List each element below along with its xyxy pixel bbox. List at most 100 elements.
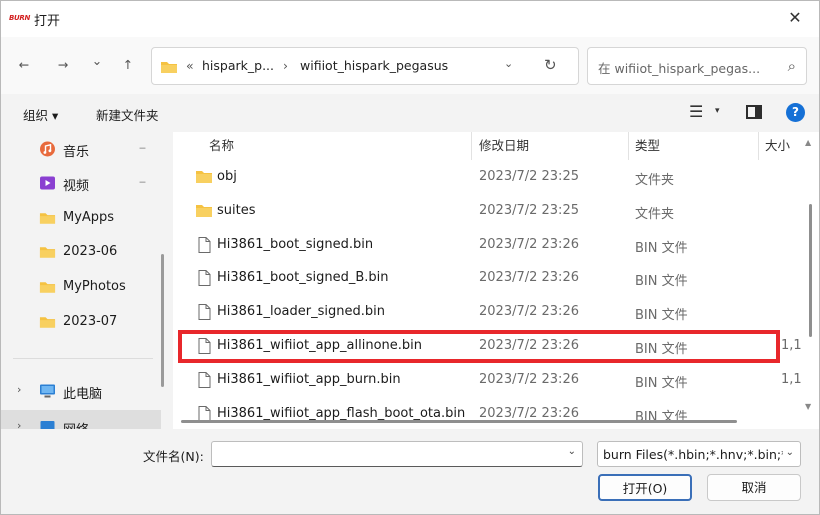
column-header-date[interactable]: 修改日期 [479, 132, 529, 160]
chevron-down-icon[interactable]: ⌄ [786, 447, 794, 458]
recent-locations-button[interactable]: ⌄ [84, 49, 110, 73]
music-icon [40, 141, 55, 157]
file-icon [198, 304, 211, 321]
computer-icon [40, 384, 55, 398]
file-name: Hi3861_wifiiot_app_burn.bin [217, 371, 401, 387]
file-type: 文件夹 [635, 173, 675, 188]
file-name: Hi3861_wifiiot_app_flash_boot_ota.bin [217, 405, 466, 421]
file-size: 1,1 [781, 338, 802, 353]
column-header-name[interactable]: 名称 [209, 132, 234, 160]
sidebar-item-label: MyPhotos [63, 279, 126, 294]
command-bar: 组织 ▾ 新建文件夹 ☰ ▾ ? [1, 94, 819, 132]
preview-pane-icon[interactable] [746, 105, 762, 119]
network-icon [40, 421, 55, 429]
navigation-bar: ← → ⌄ ↑ « hispark_p... › wifiiot_hispark… [1, 37, 819, 94]
app-logo-icon: BURN [9, 14, 31, 22]
column-divider[interactable] [471, 132, 472, 160]
search-input[interactable]: 在 wifiiot_hispark_pegas... ⌕ [587, 47, 807, 85]
chevron-down-icon[interactable]: ⌄ [568, 446, 576, 457]
sidebar-item-2023-07[interactable]: 2023-07 [1, 305, 161, 339]
sidebar-scrollbar[interactable] [161, 254, 164, 387]
address-bar[interactable]: « hispark_p... › wifiiot_hispark_pegasus… [151, 47, 579, 85]
file-name: Hi3861_loader_signed.bin [217, 304, 385, 320]
sidebar-item-myapps[interactable]: MyApps [1, 201, 161, 235]
breadcrumb-separator[interactable]: › [283, 58, 288, 73]
file-icon [198, 270, 211, 287]
column-divider[interactable] [628, 132, 629, 160]
file-modified-date: 2023/7/2 23:25 [479, 169, 579, 184]
file-row[interactable]: Hi3861_loader_signed.bin 2023/7/2 23:26 BI… [173, 295, 819, 329]
file-modified-date: 2023/7/2 23:26 [479, 236, 579, 252]
file-row[interactable]: Hi3861_boot_signed.bin 2023/7/2 23:26 BIN … [173, 228, 819, 262]
sidebar-item-label: 2023-07 [63, 314, 118, 329]
sidebar-item-2023-06[interactable]: 2023-06 [1, 235, 161, 269]
cancel-button[interactable]: 取消 [707, 474, 801, 501]
breadcrumb-item[interactable]: wifiiot_hispark_pegasus [300, 58, 448, 73]
close-button[interactable]: ✕ [779, 3, 811, 33]
file-type-select[interactable]: burn Files(*.hbin;*.hnv;*.bin;*. ⌄ [597, 441, 801, 467]
sidebar-item-label: 此电脑 [63, 387, 103, 402]
highlight-annotation [178, 330, 780, 363]
pin-icon: ‒ [139, 141, 146, 154]
scroll-up-icon[interactable]: ▲ [805, 138, 811, 147]
folder-icon [39, 282, 56, 293]
new-folder-button[interactable]: 新建文件夹 [96, 105, 159, 124]
file-type-value: burn Files(*.hbin;*.hnv;*.bin;*. [603, 447, 783, 462]
up-folder-button[interactable]: ↑ [115, 53, 141, 77]
file-type: BIN 文件 [635, 308, 688, 324]
title-bar: BURN 打开 ✕ [1, 1, 819, 37]
breadcrumb-item[interactable]: hispark_p... [202, 58, 274, 73]
file-row[interactable]: obj 2023/7/2 23:25 文件夹 [173, 160, 819, 194]
help-icon[interactable]: ? [786, 103, 805, 122]
open-button[interactable]: 打开(O) [598, 474, 692, 501]
pin-icon: ‒ [139, 175, 146, 188]
file-list: ^ 名称 修改日期 类型 大小 obj2023/7/2 23:25文件夹suit… [173, 132, 819, 429]
forward-button[interactable]: → [50, 53, 76, 77]
folder-icon [39, 317, 56, 328]
sidebar-item-network[interactable]: › 网络 [1, 410, 161, 429]
file-modified-date: 2023/7/2 23:26 [479, 270, 579, 286]
search-placeholder: 在 wifiiot_hispark_pegas... [598, 61, 761, 76]
folder-icon [196, 204, 212, 217]
chevron-down-icon[interactable]: ▾ [715, 106, 720, 116]
navigation-pane: 音乐 ‒ 视频 ‒ MyApps 2023-06 MyPhotos 2023-0… [1, 132, 169, 429]
search-icon[interactable]: ⌕ [788, 57, 796, 75]
sidebar-item-video[interactable]: 视频 ‒ [1, 166, 161, 200]
back-button[interactable]: ← [11, 53, 37, 77]
sidebar-item-music[interactable]: 音乐 ‒ [1, 132, 161, 166]
file-row[interactable]: Hi3861_boot_signed_B.bin 2023/7/2 23:26 BI… [173, 261, 819, 295]
column-header-size[interactable]: 大小 [765, 132, 790, 160]
breadcrumb-overflow[interactable]: « [186, 58, 194, 73]
view-options-icon[interactable]: ☰ [689, 102, 703, 121]
sidebar-item-this-pc[interactable]: › 此电脑 [1, 374, 161, 408]
scroll-down-icon[interactable]: ▼ [805, 402, 811, 411]
sidebar-item-myphotos[interactable]: MyPhotos [1, 270, 161, 304]
horizontal-scrollbar[interactable] [181, 420, 737, 423]
file-name-input[interactable]: ⌄ [211, 441, 583, 467]
file-type: 文件夹 [635, 206, 675, 222]
sidebar-item-label: 音乐 [63, 145, 90, 160]
chevron-down-icon[interactable]: ⌄ [504, 57, 513, 70]
file-type: BIN 文件 [635, 274, 688, 290]
file-row[interactable]: Hi3861_wifiiot_app_flash_boot_ota.bin 202… [173, 397, 819, 429]
file-row[interactable]: Hi3861_wifiiot_app_burn.bin 2023/7/2 23:2… [173, 363, 819, 397]
sort-ascending-icon[interactable]: ^ [330, 132, 338, 137]
organize-menu[interactable]: 组织 ▾ [23, 105, 58, 124]
file-type: BIN 文件 [635, 240, 688, 256]
chevron-right-icon[interactable]: › [17, 419, 21, 429]
file-row[interactable]: suites 2023/7/2 23:25 文件夹 [173, 194, 819, 228]
folder-icon [39, 213, 56, 224]
column-header-type[interactable]: 类型 [635, 132, 660, 160]
sidebar-divider [13, 358, 153, 359]
file-type: BIN 文件 [635, 375, 688, 391]
file-icon [198, 371, 211, 388]
folder-icon [196, 171, 212, 183]
vertical-scrollbar[interactable] [809, 204, 812, 337]
column-divider[interactable] [758, 132, 759, 160]
chevron-right-icon[interactable]: › [17, 383, 21, 396]
dialog-title: 打开 [34, 14, 61, 29]
video-icon [40, 176, 55, 190]
refresh-icon[interactable]: ↻ [544, 56, 557, 74]
folder-icon [161, 62, 177, 73]
sidebar-item-label: 视频 [63, 179, 90, 194]
